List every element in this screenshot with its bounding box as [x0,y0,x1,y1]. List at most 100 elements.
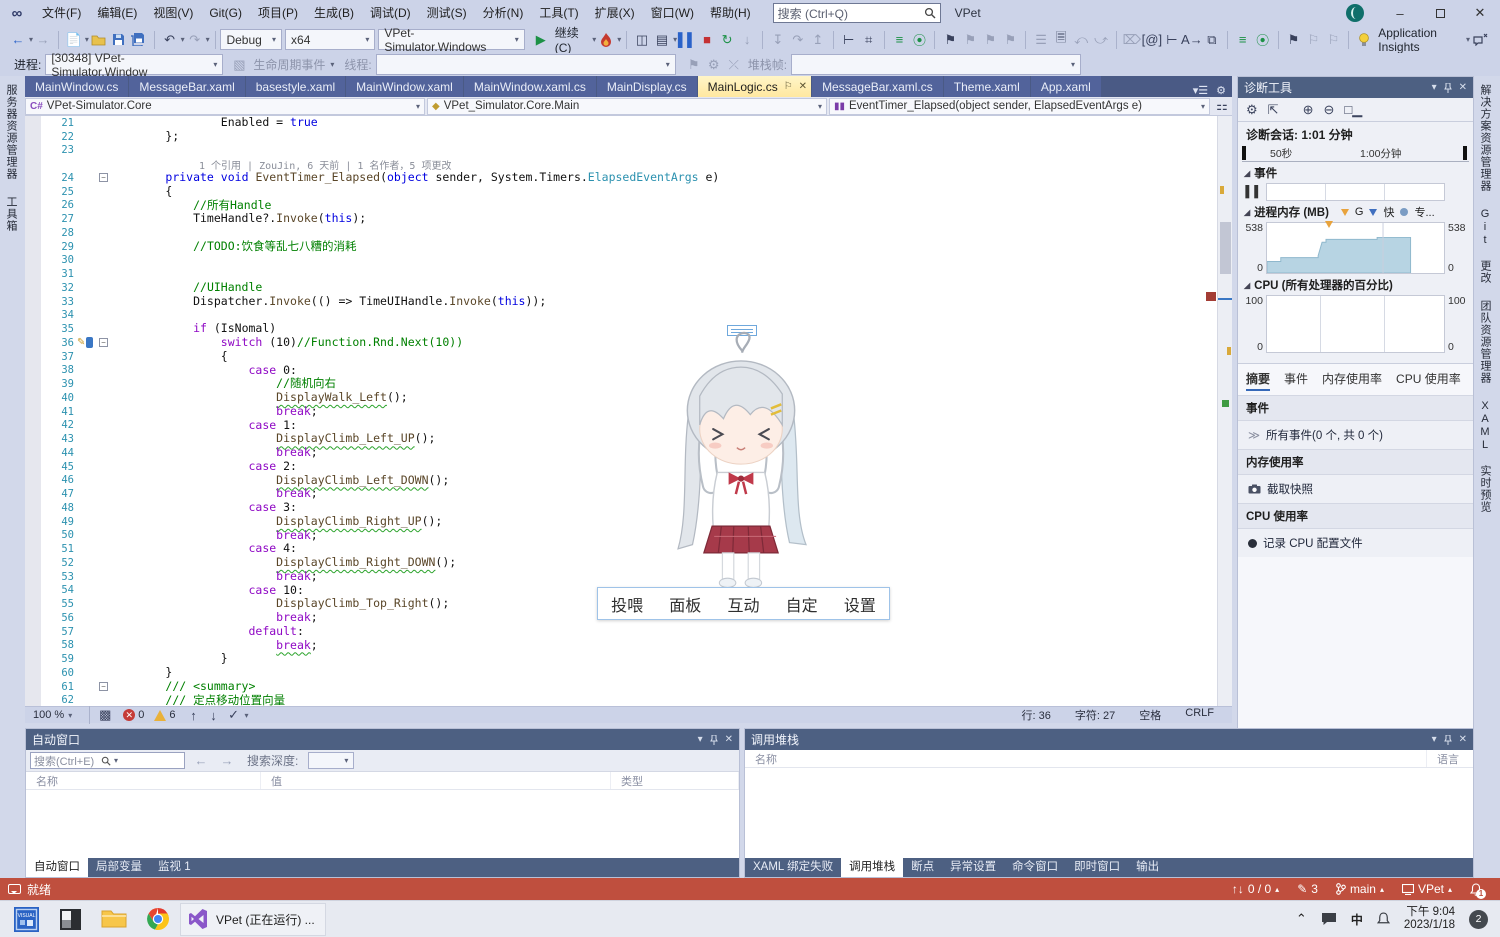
code-text[interactable]: } [110,652,228,666]
code-line[interactable]: 50 break; [41,529,1217,543]
flag-icon[interactable]: ⚑ [1283,29,1303,51]
menu-item-2[interactable]: 视图(V) [145,0,201,26]
lightbulb-icon[interactable] [1354,29,1374,51]
send-feedback-icon[interactable] [1470,29,1490,51]
autos-pin-icon[interactable] [710,735,718,745]
right-strip-tab-2[interactable]: 团队资源管理器 [1474,292,1496,392]
flag-prev-icon[interactable]: ⚐ [1303,29,1323,51]
feedback-bubble-icon[interactable] [8,884,21,894]
comment-icon[interactable]: ⌦ [1122,29,1142,51]
callstack-body[interactable] [745,768,1473,858]
document-tab-MainWindow.xaml[interactable]: MainWindow.xaml [346,76,463,97]
code-line[interactable]: 59 } [41,652,1217,666]
code-text[interactable]: TimeHandle?.Invoke(this); [110,212,366,226]
code-line[interactable]: 57 default: [41,625,1217,639]
code-line[interactable]: 47 break; [41,487,1217,501]
code-line[interactable]: 51 case 4: [41,542,1217,556]
take-snapshot-link[interactable]: 截取快照 [1238,475,1473,503]
code-text[interactable]: break; [110,446,318,460]
breakpoint-margin[interactable] [25,116,41,706]
console-window-icon[interactable]: ▤ [652,29,672,51]
open-folder-icon[interactable] [89,29,109,51]
warning-count[interactable]: 6 [154,709,175,721]
pending-changes-indicator[interactable]: ✎3 [1297,882,1318,896]
callstack-tab-2[interactable]: 断点 [903,856,942,877]
code-text[interactable]: private void EventTimer_Elapsed(object s… [110,171,719,185]
document-tab-Theme.xaml[interactable]: Theme.xaml [944,76,1030,97]
bookmark-clear-icon[interactable]: ⚑ [1000,29,1020,51]
hot-reload-dropdown[interactable]: ▾ [617,35,621,44]
navigate-forward-icon[interactable]: → [33,29,53,51]
vpet-character[interactable] [650,330,832,588]
next-issue-icon[interactable]: ↓ [204,704,224,726]
bookmark-next-icon[interactable]: ⚑ [980,29,1000,51]
flag-next-icon[interactable]: ⚐ [1323,29,1343,51]
menu-item-12[interactable]: 帮助(H) [702,0,759,26]
autos-dropdown-icon[interactable]: ▾ [698,734,703,745]
code-line[interactable]: 21 Enabled = true [41,116,1217,130]
code-line[interactable]: 1 个引用 | ZouJin, 6 天前 | 1 名作者，5 项更改 [41,157,1217,171]
code-text[interactable]: //UIHandle [110,281,262,295]
type-dropdown[interactable]: ◆ VPet_Simulator.Core.Main▾ [427,98,827,115]
code-line[interactable]: 35 if (IsNomal) [41,322,1217,336]
flagged-threads-icon[interactable]: ⚙ [704,54,724,76]
code-text[interactable]: Enabled = true [110,116,318,130]
health-indicator-icon[interactable]: ▩ [95,708,115,723]
indentation-indicator[interactable]: 空格 [1127,707,1173,723]
record-cpu-link[interactable]: 记录 CPU 配置文件 [1238,529,1473,557]
callstack-tab-0[interactable]: XAML 绑定失败 [745,856,841,877]
diag-reset-view-icon[interactable]: □▁ [1344,102,1362,118]
events-track[interactable] [1266,183,1445,201]
code-line[interactable]: 23 [41,144,1217,158]
code-line[interactable]: 32 //UIHandle [41,281,1217,295]
prev-issue-icon[interactable]: ↑ [184,704,204,726]
diag-tab-3[interactable]: CPU 使用率 [1396,370,1461,391]
menu-item-4[interactable]: 项目(P) [250,0,306,26]
code-line[interactable]: 24− private void EventTimer_Elapsed(obje… [41,171,1217,185]
column-name[interactable]: 名称 [26,772,261,789]
thread-combo[interactable]: ▾ [376,54,676,75]
menu-item-1[interactable]: 编辑(E) [89,0,145,26]
diagnostics-title-bar[interactable]: 诊断工具 ▾ ✕ [1238,77,1473,98]
run-tests-icon[interactable]: ≡ [889,29,909,51]
code-text[interactable]: break; [110,570,318,584]
close-panel-icon[interactable]: ✕ [1459,82,1467,93]
menu-item-8[interactable]: 分析(N) [475,0,532,26]
member-dropdown[interactable]: ▮▮ EventTimer_Elapsed(object sender, Ela… [829,98,1210,115]
notifications-bell[interactable]: 1 [1470,883,1482,896]
menu-item-7[interactable]: 测试(S) [419,0,475,26]
code-line[interactable]: 46 DisplayClimb_Left_DOWN(); [41,474,1217,488]
code-line[interactable]: 52 DisplayClimb_Right_DOWN(); [41,556,1217,570]
step-into-icon[interactable]: ↧ [768,29,788,51]
callstack-pin-icon[interactable] [1444,735,1452,745]
cpu-section-header[interactable]: ◢CPU (所有处理器的百分比) [1238,274,1473,295]
pet-menu-item-4[interactable]: 设置 [838,590,882,618]
code-text[interactable]: DisplayClimb_Right_DOWN(); [110,556,456,570]
code-text[interactable]: //随机向右 [110,377,336,391]
diag-tab-0[interactable]: 摘要 [1246,370,1270,391]
code-line[interactable]: 29 //TODO:饮食等乱七八糟的消耗 [41,240,1217,254]
code-line[interactable]: 44 break; [41,446,1217,460]
show-next-statement-icon[interactable]: ↓ [737,29,757,51]
document-list-icon[interactable]: ▾☰ [1193,84,1208,97]
code-text[interactable]: case 4: [110,542,297,556]
column-name[interactable]: 名称 [745,750,1427,767]
code-line[interactable]: 53 break; [41,570,1217,584]
rename-icon[interactable]: A→ [1182,29,1202,51]
code-line[interactable]: 31 [41,267,1217,281]
autos-close-icon[interactable]: ✕ [725,734,733,745]
code-text[interactable]: //TODO:饮食等乱七八糟的消耗 [110,240,357,254]
code-text[interactable]: default: [110,625,304,639]
code-text[interactable]: DisplayClimb_Right_UP(); [110,515,442,529]
continue-label[interactable]: 继续(C) [555,24,588,55]
right-strip-tab-1[interactable]: Git 更改 [1474,200,1496,292]
flag-thread-icon[interactable]: ⚑ [684,54,704,76]
code-line[interactable]: 49 DisplayClimb_Right_UP(); [41,515,1217,529]
document-tab-MainWindow.cs[interactable]: MainWindow.cs [25,76,128,97]
cleanup-icon[interactable]: ⦿ [1253,29,1273,51]
code-text[interactable]: case 1: [110,419,297,433]
lifecycle-dropdown[interactable]: ▾ [330,60,334,69]
code-text[interactable]: DisplayWalk_Left(); [110,391,408,405]
preview-window-icon[interactable]: ◫ [632,29,652,51]
pet-menu-item-0[interactable]: 投喂 [605,590,649,618]
